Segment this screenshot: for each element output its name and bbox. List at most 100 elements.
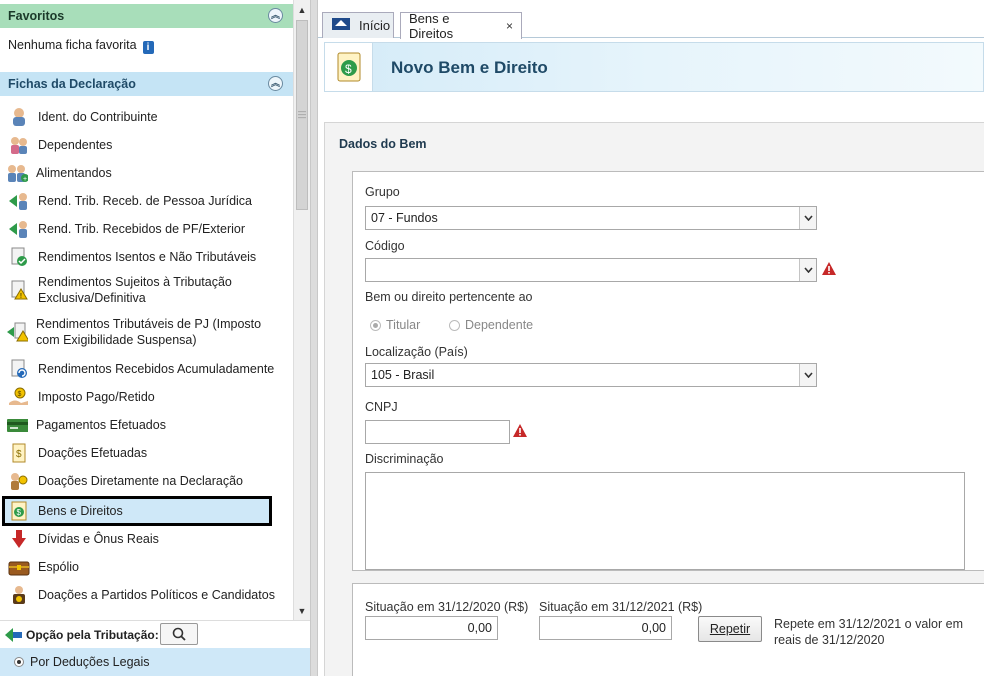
opcao-tributacao: Opção pela Tributação: [0, 620, 310, 648]
favoritos-title: Favoritos [8, 9, 65, 23]
sidebar-item-ident-contribuinte[interactable]: Ident. do Contribuinte [8, 106, 286, 128]
direct-donations-icon [8, 470, 30, 492]
deducoes-legais-option[interactable]: Por Deduções Legais [0, 648, 310, 676]
sidebar-item-rend-exclusiva[interactable]: ! Rendimentos Sujeitos à Tributação Excl… [8, 274, 286, 306]
svg-text:+: + [23, 176, 27, 183]
scroll-up-icon[interactable]: ▲ [294, 2, 310, 18]
grupo-select[interactable]: 07 - Fundos [365, 206, 817, 230]
favoritos-header[interactable]: Favoritos ︽ [0, 4, 293, 28]
home-icon [331, 17, 351, 34]
sidebar-item-label: Doações Efetuadas [38, 446, 148, 460]
sidebar-item-dividas[interactable]: Dívidas e Ônus Reais [8, 528, 286, 550]
svg-text:$: $ [345, 62, 352, 76]
sidebar-item-label: Ident. do Contribuinte [38, 110, 158, 124]
main-panel: Início Bens e Direitos × $ Novo Bem e Di… [318, 0, 984, 676]
sidebar-scrollbar[interactable]: ▲ — — — ▼ [293, 0, 310, 620]
sidebar-item-label: Alimentandos [36, 166, 112, 180]
situacao-2021-input[interactable]: 0,00 [539, 616, 672, 640]
codigo-label: Código [365, 239, 405, 253]
fichas-header[interactable]: Fichas da Declaração ︽ [0, 72, 293, 96]
left-sidebar: Favoritos ︽ Nenhuma ficha favorita i Fich… [0, 0, 310, 676]
situacao-2020-value: 0,00 [467, 621, 492, 635]
sidebar-item-espolio[interactable]: Espólio [8, 556, 286, 578]
tab-bens-direitos[interactable]: Bens e Direitos × [400, 11, 522, 41]
form-area: Dados do Bem Grupo 07 - Fundos Código Be… [324, 122, 984, 676]
repete-hint: Repete em 31/12/2021 o valor em reais de… [774, 617, 964, 647]
sidebar-item-imposto-pago[interactable]: $ Imposto Pago/Retido [8, 386, 286, 408]
panel-splitter[interactable] [310, 0, 318, 676]
codigo-select[interactable] [365, 258, 817, 282]
sidebar-item-alimentandos[interactable]: + Alimentandos [6, 162, 284, 184]
income-pf-icon [8, 218, 30, 240]
sidebar-item-rend-suspensa[interactable]: Rendimentos Tributáveis de PJ (Imposto c… [6, 316, 284, 348]
favoritos-empty-text: Nenhuma ficha favorita i [8, 38, 154, 54]
fichas-list: Ident. do Contribuinte Dependentes + Ali… [0, 102, 293, 618]
tax-option-arrow-icon [4, 626, 24, 647]
svg-text:$: $ [17, 508, 22, 517]
sidebar-item-dependentes[interactable]: Dependentes [8, 134, 286, 156]
sidebar-item-label: Imposto Pago/Retido [38, 390, 155, 404]
collapse-fichas-icon[interactable]: ︽ [268, 76, 283, 91]
close-tab-icon[interactable]: × [506, 19, 513, 33]
info-icon[interactable]: i [142, 41, 154, 54]
sidebar-item-rend-acumulados[interactable]: Rendimentos Recebidos Acumuladamente [8, 358, 286, 380]
titular-option[interactable]: Titular [370, 318, 420, 332]
chevron-down-icon[interactable] [799, 207, 816, 229]
chevron-down-icon[interactable] [799, 259, 816, 281]
estate-icon [8, 556, 30, 578]
svg-text:$: $ [16, 449, 22, 460]
tax-paid-icon: $ [8, 386, 30, 408]
sidebar-item-rend-pf[interactable]: Rend. Trib. Recebidos de PF/Exterior [8, 218, 286, 240]
sidebar-item-label: Doações Diretamente na Declaração [38, 474, 243, 488]
scroll-down-icon[interactable]: ▼ [294, 603, 310, 619]
page-header: $ Novo Bem e Direito [324, 42, 984, 92]
situacao-2020-input[interactable]: 0,00 [365, 616, 498, 640]
suspended-tax-icon [6, 321, 28, 343]
tab-bar: Início Bens e Direitos × [318, 0, 984, 41]
discriminacao-label: Discriminação [365, 452, 444, 466]
exempt-income-icon [8, 246, 30, 268]
search-button[interactable] [160, 623, 198, 645]
grupo-label: Grupo [365, 185, 400, 199]
sidebar-item-label: Dependentes [38, 138, 113, 152]
warning-icon [513, 424, 527, 437]
section-title: Dados do Bem [339, 137, 427, 151]
political-donations-icon [8, 584, 30, 606]
deducoes-label: Por Deduções Legais [30, 655, 150, 669]
sidebar-item-rend-isentos[interactable]: Rendimentos Isentos e Não Tributáveis [8, 246, 286, 268]
sidebar-item-label: Rendimentos Isentos e Não Tributáveis [38, 250, 257, 264]
sidebar-item-doacoes-partidos[interactable]: Doações a Partidos Políticos e Candidato… [8, 584, 286, 606]
sidebar-item-rend-pj[interactable]: Rend. Trib. Receb. de Pessoa Jurídica [8, 190, 286, 212]
svg-text:!: ! [20, 293, 22, 300]
discriminacao-textarea[interactable] [365, 472, 965, 570]
sidebar-item-doacoes-diretamente[interactable]: Doações Diretamente na Declaração [8, 470, 286, 492]
svg-text:$: $ [18, 391, 22, 398]
localizacao-label: Localização (País) [365, 345, 468, 359]
dependente-radio[interactable] [449, 319, 460, 331]
sidebar-item-label: Doações a Partidos Políticos e Candidato… [38, 588, 275, 602]
titular-radio[interactable] [370, 319, 381, 331]
situacao-panel: Situação em 31/12/2020 (R$) 0,00 Situaçã… [352, 583, 984, 676]
sidebar-item-doacoes[interactable]: $ Doações Efetuadas [8, 442, 286, 464]
collapse-favoritos-icon[interactable]: ︽ [268, 8, 283, 23]
localizacao-select[interactable]: 105 - Brasil [365, 363, 817, 387]
fichas-title: Fichas da Declaração [8, 77, 136, 91]
assets-header-icon: $ [325, 43, 373, 91]
deducoes-radio[interactable] [14, 657, 24, 667]
dependente-label: Dependente [465, 318, 534, 332]
chevron-down-icon[interactable] [799, 364, 816, 386]
situacao-2020-label: Situação em 31/12/2020 (R$) [365, 600, 529, 614]
sidebar-item-label: Espólio [38, 560, 79, 574]
repetir-button[interactable]: Repetir [698, 616, 762, 642]
tab-inicio[interactable]: Início [322, 12, 394, 38]
sidebar-item-pagamentos[interactable]: Pagamentos Efetuados [6, 414, 284, 436]
sidebar-item-label: Pagamentos Efetuados [36, 418, 166, 432]
sidebar-item-bens-direitos[interactable]: $ Bens e Direitos [2, 496, 272, 526]
cnpj-label: CNPJ [365, 400, 398, 414]
situacao-2021-label: Situação em 31/12/2021 (R$) [539, 600, 703, 614]
donations-icon: $ [8, 442, 30, 464]
page-title: Novo Bem e Direito [391, 58, 548, 77]
cnpj-input[interactable] [365, 420, 510, 444]
dependente-option[interactable]: Dependente [449, 318, 533, 332]
accumulated-income-icon [8, 358, 30, 380]
